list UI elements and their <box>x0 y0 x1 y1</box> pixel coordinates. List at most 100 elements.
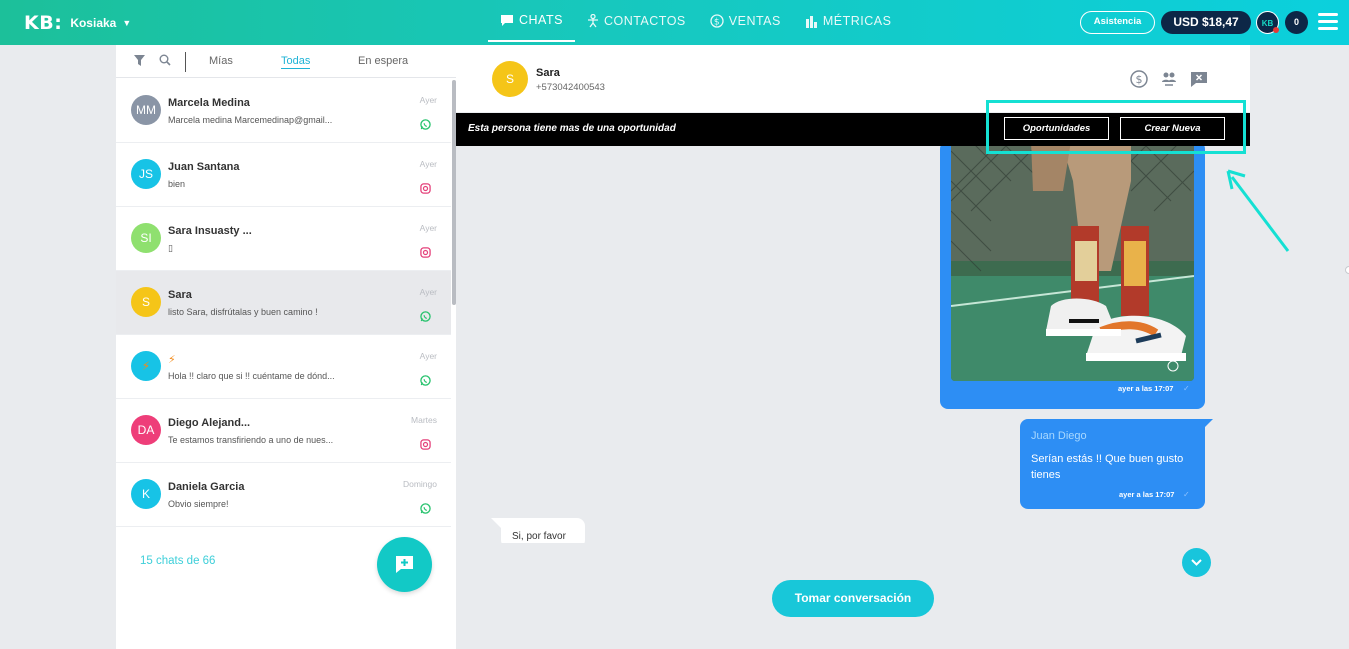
notifications-badge[interactable]: 0 <box>1285 11 1308 34</box>
nav-ventas[interactable]: $ VENTAS <box>698 0 793 42</box>
assistance-button[interactable]: Asistencia <box>1080 11 1155 34</box>
contact-phone: +573042400543 <box>536 82 605 93</box>
dollar-circle-icon: $ <box>710 14 724 28</box>
workspace-name: Kosiaka <box>70 16 117 30</box>
list-item[interactable]: ⚡ ⚡ Hola !! claro que si !! cuéntame de … <box>116 335 451 399</box>
brand-logo: KB: <box>24 12 63 34</box>
instagram-icon <box>420 439 431 450</box>
contact-name: Sara <box>536 67 560 79</box>
avatar: DA <box>131 415 161 445</box>
balance-badge[interactable]: USD $18,47 <box>1161 11 1251 34</box>
nav-contactos-label: CONTACTOS <box>603 14 686 28</box>
whatsapp-icon <box>420 503 431 514</box>
dollar-circle-icon[interactable]: $ <box>1129 69 1149 89</box>
whatsapp-icon <box>420 311 431 322</box>
chat-count: 15 chats de 66 <box>140 555 216 567</box>
user-avatar-initials: KB <box>1261 19 1274 28</box>
new-chat-button[interactable] <box>377 537 432 592</box>
avatar: S <box>131 287 161 317</box>
chat-bubble-icon <box>501 14 513 26</box>
message-text: Serían estás !! Que buen gusto tienes <box>1031 453 1184 481</box>
top-bar: KB: Kosiaka ▼ CHATS CONTACTOS $ VENTAS M… <box>0 0 1349 45</box>
avatar: MM <box>131 95 161 125</box>
take-conversation-button[interactable]: Tomar conversación <box>772 580 934 617</box>
message-thread[interactable]: ayer a las 17:07 ✓ Juan Diego Serían est… <box>456 146 1250 543</box>
message-text: Si, por favor <box>512 531 566 542</box>
person-icon <box>587 14 598 28</box>
chat-name: ⚡ <box>168 354 176 366</box>
whatsapp-icon <box>420 119 431 130</box>
chat-name: Daniela Garcia <box>168 481 245 493</box>
hamburger-menu-icon[interactable] <box>1318 13 1338 34</box>
filter-bar: Mías Todas En espera <box>116 45 456 78</box>
nav-metricas-label: MÉTRICAS <box>822 14 892 28</box>
sneakers-photo[interactable] <box>951 146 1194 381</box>
contact-avatar[interactable]: S <box>492 61 528 97</box>
user-avatar[interactable]: KB <box>1256 11 1279 34</box>
avatar: SI <box>131 223 161 253</box>
list-item[interactable]: SI Sara Insuasty ... ▯ Ayer <box>116 207 451 271</box>
message-sender: Juan Diego <box>1031 430 1087 442</box>
filter-divider <box>185 52 186 72</box>
message-time: ayer a las 17:07 <box>1119 490 1175 499</box>
image-message[interactable]: ayer a las 17:07 ✓ <box>940 146 1205 409</box>
tab-todas[interactable]: Todas <box>281 55 311 69</box>
chevron-down-icon: ▼ <box>122 18 132 28</box>
add-chat-icon <box>396 556 413 573</box>
svg-text:$: $ <box>714 18 720 28</box>
transfer-users-icon[interactable] <box>1159 69 1179 89</box>
nav-metricas[interactable]: MÉTRICAS <box>793 0 904 42</box>
chat-preview: Te estamos transfiriendo a uno de nues..… <box>168 435 334 445</box>
chat-preview: Hola !! claro que si !! cuéntame de dónd… <box>168 371 335 381</box>
avatar: K <box>131 479 161 509</box>
chat-preview: Marcela medina Marcemedinap@gmail... <box>168 115 333 125</box>
list-item[interactable]: DA Diego Alejand... Te estamos transfiri… <box>116 399 451 463</box>
chat-preview: ▯ <box>168 243 173 253</box>
chat-preview: Obvio siempre! <box>168 499 229 509</box>
list-item[interactable]: MM Marcela Medina Marcela medina Marceme… <box>116 79 451 143</box>
list-item[interactable]: JS Juan Santana bien Ayer <box>116 143 451 207</box>
tab-en-espera[interactable]: En espera <box>358 55 408 67</box>
chat-name: Sara <box>168 289 192 301</box>
read-check-icon: ✓ <box>1183 490 1190 499</box>
outgoing-message[interactable]: Juan Diego Serían estás !! Que buen gust… <box>1020 419 1213 509</box>
chat-list: MM Marcela Medina Marcela medina Marceme… <box>116 79 451 609</box>
chat-time: Ayer <box>419 159 437 169</box>
search-icon[interactable] <box>159 54 171 66</box>
chat-name: Juan Santana <box>168 161 240 173</box>
side-panel-handle[interactable] <box>1345 266 1349 274</box>
chat-time: Domingo <box>402 479 437 489</box>
status-dot <box>1273 27 1279 33</box>
workspace-switcher[interactable]: KB: Kosiaka ▼ <box>24 12 131 34</box>
nav-contactos[interactable]: CONTACTOS <box>575 0 698 42</box>
list-item[interactable]: K Daniela Garcia Obvio siempre! Domingo <box>116 463 451 527</box>
list-item[interactable]: S Sara listo Sara, disfrútalas y buen ca… <box>116 271 451 335</box>
nav-chats-label: CHATS <box>519 13 563 27</box>
close-chat-icon[interactable] <box>1189 69 1209 89</box>
chat-preview: listo Sara, disfrútalas y buen camino ! <box>168 307 318 317</box>
tab-mias[interactable]: Mías <box>209 55 233 67</box>
nav-chats[interactable]: CHATS <box>488 0 575 42</box>
message-time: ayer a las 17:07 <box>1118 384 1174 393</box>
read-check-icon: ✓ <box>1183 384 1190 393</box>
chat-name: Marcela Medina <box>168 97 250 109</box>
highlight-annotation <box>986 100 1246 154</box>
instagram-icon <box>420 183 431 194</box>
bar-chart-icon <box>805 15 817 28</box>
chat-preview: bien <box>168 179 186 189</box>
chat-sidebar: Mías Todas En espera MM Marcela Medina M… <box>116 45 456 649</box>
instagram-icon <box>420 247 431 258</box>
annotation-arrow-icon <box>1226 169 1290 252</box>
chat-time: Ayer <box>419 287 437 297</box>
svg-text:$: $ <box>1136 73 1143 86</box>
chevron-down-icon <box>1191 559 1202 566</box>
chat-time: Martes <box>411 415 437 425</box>
whatsapp-icon <box>420 375 431 386</box>
chat-name: Sara Insuasty ... <box>168 225 252 237</box>
opportunity-text: Esta persona tiene mas de una oportunida… <box>468 123 676 134</box>
filter-icon[interactable] <box>134 55 145 67</box>
nav-ventas-label: VENTAS <box>728 14 781 28</box>
incoming-message[interactable]: Si, por favor <box>491 518 585 543</box>
chat-name: Diego Alejand... <box>168 417 251 429</box>
scroll-down-button[interactable] <box>1182 548 1211 577</box>
